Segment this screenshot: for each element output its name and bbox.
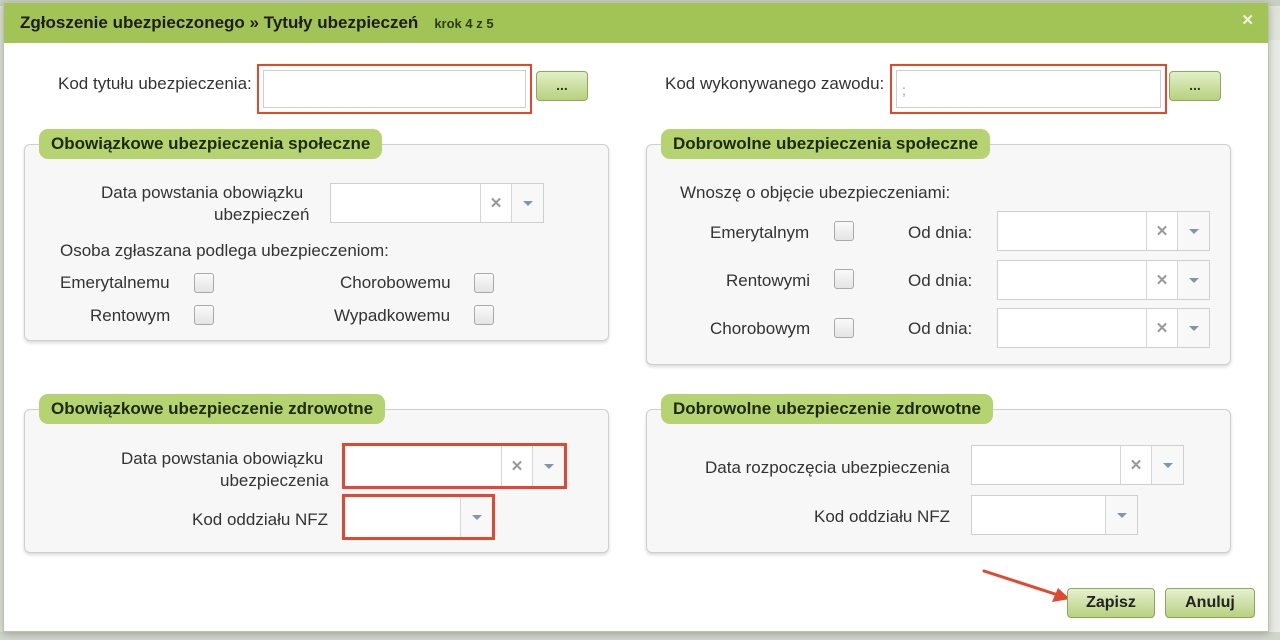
close-icon[interactable]: ✕ (1241, 11, 1254, 29)
chevron-down-icon (1188, 228, 1199, 234)
kod-tytulu-inner-field (263, 70, 526, 108)
clear-icon[interactable]: ✕ (1147, 261, 1178, 299)
chevron-down-icon (1116, 512, 1127, 518)
dropdown-button[interactable] (1106, 496, 1137, 534)
kod-zawodu-browse-button[interactable]: ... (1169, 71, 1221, 101)
clear-icon[interactable]: ✕ (502, 446, 533, 486)
mandatory-social-subject-label: Osoba zgłaszana podlega ubezpieczeniom: (60, 241, 389, 260)
chevron-down-icon (543, 463, 554, 469)
mandatory-social-date-picker[interactable]: ✕ (330, 183, 544, 223)
mandatory-social-date-label-line1: Data powstania obowiązku (101, 183, 304, 202)
dialog-titlebar: Zgłoszenie ubezpieczonego » Tytuły ubezp… (4, 3, 1268, 43)
dropdown-button[interactable] (461, 497, 492, 537)
clear-icon[interactable]: ✕ (1121, 446, 1152, 484)
voluntary-health-date-label: Data rozpoczęcia ubezpieczenia (705, 458, 950, 477)
dropdown-button[interactable] (1178, 261, 1209, 299)
mandatory-health-date-field[interactable] (345, 446, 502, 486)
kod-tytulu-input[interactable] (257, 64, 532, 114)
annotation-arrow-icon (982, 569, 1070, 602)
rentowymi-date-picker[interactable]: ✕ (997, 260, 1210, 300)
emerytalnym-date-field[interactable] (998, 212, 1147, 250)
chevron-down-icon (471, 514, 482, 520)
chorobowemu-label: Chorobowemu (340, 273, 451, 292)
wypadkowemu-checkbox[interactable] (474, 305, 494, 325)
emerytalnym-from-label: Od dnia: (908, 223, 973, 242)
background-footer (0, 632, 1280, 640)
dropdown-button[interactable] (1152, 446, 1183, 484)
kod-zawodu-label: Kod wykonywanego zawodu: (665, 74, 885, 93)
emerytalnemu-label: Emerytalnemu (60, 273, 170, 292)
kod-zawodu-input[interactable]: ; (890, 64, 1167, 114)
dropdown-button[interactable] (533, 446, 564, 486)
dropdown-button[interactable] (1178, 309, 1209, 347)
rentowym-label: Rentowym (90, 306, 171, 325)
clear-icon[interactable]: ✕ (1147, 212, 1178, 250)
kod-zawodu-inner-field (896, 70, 1161, 108)
clear-icon[interactable]: ✕ (1147, 309, 1178, 347)
dropdown-button[interactable] (512, 184, 543, 222)
mandatory-health-legend: Obowiązkowe ubezpieczenie zdrowotne (39, 394, 386, 424)
rentowymi-checkbox[interactable] (834, 269, 854, 289)
emerytalnym-date-picker[interactable]: ✕ (997, 211, 1210, 251)
voluntary-health-nfz-select[interactable] (971, 495, 1138, 535)
mandatory-social-legend: Obowiązkowe ubezpieczenia społeczne (39, 129, 383, 159)
mandatory-social-date-field[interactable] (331, 184, 481, 222)
mandatory-health-nfz-field[interactable] (345, 497, 461, 537)
dialog-title: Zgłoszenie ubezpieczonego » Tytuły ubezp… (20, 13, 419, 32)
voluntary-social-intro: Wnoszę o objęcie ubezpieczeniami: (680, 183, 951, 202)
dropdown-button[interactable] (1178, 212, 1209, 250)
voluntary-health-date-picker[interactable]: ✕ (971, 445, 1184, 485)
voluntary-health-date-field[interactable] (972, 446, 1121, 484)
chevron-down-icon (1162, 462, 1173, 468)
voluntary-health-nfz-field[interactable] (972, 496, 1106, 534)
voluntary-health-nfz-label: Kod oddziału NFZ (814, 507, 951, 526)
emerytalnym-label: Emerytalnym (710, 223, 810, 242)
rentowymi-label: Rentowymi (726, 271, 811, 290)
chevron-down-icon (522, 200, 533, 206)
wypadkowemu-label: Wypadkowemu (334, 306, 451, 325)
chorobowym-date-picker[interactable]: ✕ (997, 308, 1210, 348)
chorobowym-from-label: Od dnia: (908, 319, 973, 338)
emerytalnym-checkbox[interactable] (834, 221, 854, 241)
rentowymi-date-field[interactable] (998, 261, 1147, 299)
kod-tytulu-browse-button[interactable]: ... (536, 71, 588, 101)
chevron-down-icon (1188, 325, 1199, 331)
chorobowemu-checkbox[interactable] (474, 273, 494, 293)
dialog-step: krok 4 z 5 (434, 15, 494, 31)
kod-tytulu-label: Kod tytułu ubezpieczenia: (58, 74, 252, 93)
mandatory-health-nfz-select[interactable] (342, 494, 495, 540)
chevron-down-icon (1188, 277, 1199, 283)
voluntary-social-legend: Dobrowolne ubezpieczenia społeczne (661, 129, 991, 159)
insured-registration-dialog: Zgłoszenie ubezpieczonego » Tytuły ubezp… (3, 2, 1269, 632)
background-page (1268, 40, 1280, 640)
chorobowym-checkbox[interactable] (834, 318, 854, 338)
rentowym-checkbox[interactable] (194, 305, 214, 325)
chorobowym-label: Chorobowym (710, 319, 811, 338)
cancel-button[interactable]: Anuluj (1165, 588, 1255, 618)
mandatory-health-date-label-line1: Data powstania obowiązku (121, 449, 324, 468)
mandatory-social-date-label-line2: ubezpieczeń (214, 205, 310, 224)
emerytalnemu-checkbox[interactable] (194, 273, 214, 293)
clear-icon[interactable]: ✕ (481, 184, 512, 222)
mandatory-health-date-picker[interactable]: ✕ (342, 443, 567, 489)
mandatory-health-date-label-line2: ubezpieczenia (220, 471, 329, 490)
rentowymi-from-label: Od dnia: (908, 271, 973, 290)
kod-zawodu-value: ; (902, 82, 906, 98)
voluntary-health-legend: Dobrowolne ubezpieczenie zdrowotne (661, 394, 993, 424)
save-button[interactable]: Zapisz (1067, 588, 1155, 618)
mandatory-health-nfz-label: Kod oddziału NFZ (192, 510, 329, 529)
chorobowym-date-field[interactable] (998, 309, 1147, 347)
